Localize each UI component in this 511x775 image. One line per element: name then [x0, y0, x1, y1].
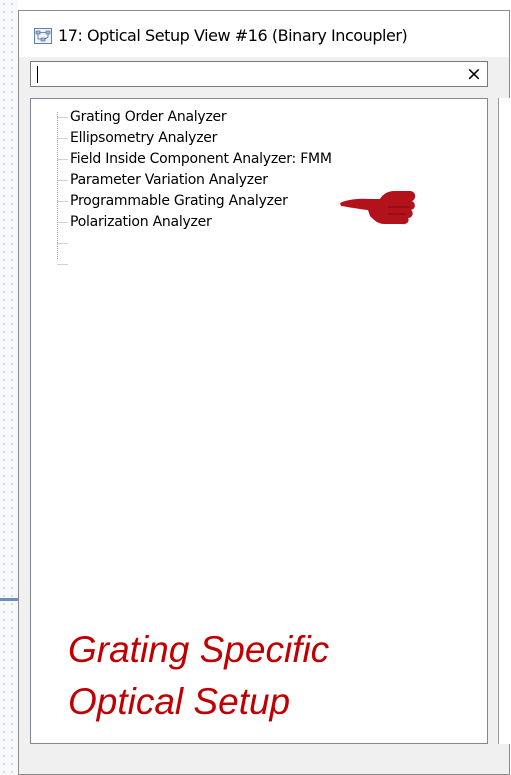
- tree-item-ellipsometry-analyzer[interactable]: Ellipsometry Analyzer: [70, 128, 332, 149]
- search-box[interactable]: ×: [30, 61, 488, 87]
- tree-item-parameter-variation-analyzer[interactable]: Parameter Variation Analyzer: [70, 170, 332, 191]
- close-icon[interactable]: ×: [464, 64, 484, 84]
- caption-line-2: Optical Setup: [68, 681, 291, 722]
- tree-item-grating-order-analyzer[interactable]: Grating Order Analyzer: [70, 107, 332, 128]
- tree-item-programmable-grating-analyzer[interactable]: Programmable Grating Analyzer: [70, 191, 332, 212]
- analyzer-tree[interactable]: Grating Order Analyzer Ellipsometry Anal…: [30, 98, 488, 744]
- title-bar[interactable]: 17: Optical Setup View #16 (Binary Incou…: [19, 11, 509, 57]
- search-input[interactable]: [34, 64, 454, 84]
- tree-item-field-inside-component-analyzer[interactable]: Field Inside Component Analyzer: FMM: [70, 149, 332, 170]
- background-main-window: [0, 0, 18, 775]
- tree-item-polarization-analyzer[interactable]: Polarization Analyzer: [70, 212, 332, 233]
- adjacent-pane-edge: [498, 98, 510, 744]
- optical-setup-view-icon: [34, 28, 52, 44]
- analyzer-list: Grating Order Analyzer Ellipsometry Anal…: [70, 107, 332, 233]
- caption-line-1: Grating Specific: [68, 629, 330, 670]
- text-caret: [37, 66, 38, 83]
- annotation-caption: Grating Specific Optical Setup: [68, 624, 329, 728]
- window-title: 17: Optical Setup View #16 (Binary Incou…: [58, 26, 408, 45]
- tree-connector-lines: [57, 112, 68, 265]
- background-separator: [0, 598, 18, 601]
- optical-setup-view-window: 17: Optical Setup View #16 (Binary Incou…: [18, 10, 510, 775]
- pointing-hand-icon: [340, 191, 416, 225]
